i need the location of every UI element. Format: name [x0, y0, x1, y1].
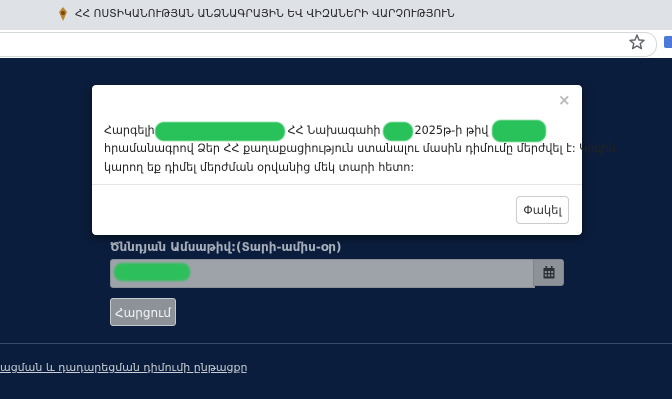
message-line-1: Հարգելի ՀՀ Նախագահի 2025թ-ի թիվ [104, 120, 574, 142]
redacted-date [382, 121, 413, 141]
calendar-icon [543, 266, 555, 279]
address-bar[interactable] [0, 32, 657, 57]
tab-title[interactable]: ՀՀ ՈՍՏԻԿԱՆՈՒԹՅԱՆ ԱՆՁՆԱԳՐԱՅԻՆ ԵՎ ՎԻԶԱՆԵՐԻ… [75, 8, 455, 20]
modal-footer-divider [92, 184, 582, 185]
redacted-name [154, 121, 285, 141]
calendar-button[interactable] [533, 259, 564, 286]
rejection-modal: × Հարգելի ՀՀ Նախագահի 2025թ-ի թիվ հրամանագ… [92, 85, 616, 235]
bookmark-star-icon[interactable] [628, 33, 646, 51]
footer-link[interactable]: ացման և դադարեցման դիմումի ընթացքը [0, 361, 248, 374]
message-president: ՀՀ Նախագահի [287, 124, 381, 137]
footer-divider [0, 343, 672, 344]
modal-message: Հարգելի ՀՀ Նախագահի 2025թ-ի թիվ հրամանագրո… [104, 120, 616, 177]
browser-tab-bar: ՀՀ ՈՍՏԻԿԱՆՈՒԹՅԱՆ ԱՆՁՆԱԳՐԱՅԻՆ ԵՎ ՎԻԶԱՆԵՐԻ… [0, 0, 672, 30]
close-button[interactable]: Փակել [516, 196, 569, 224]
redacted-dob [114, 263, 190, 281]
message-decree-year: 2025թ-ի թիվ [414, 124, 489, 137]
police-emblem-icon [59, 7, 67, 21]
message-line-2: հրամանագրով Ձեր ՀՀ քաղաքացիություն ստանա… [104, 142, 616, 155]
submit-button[interactable]: Հարցում [110, 298, 176, 326]
dob-label: Ծննդյան Ամսաթիվ:(Տարի-ամիս-օր) [110, 240, 342, 254]
message-line-3: կարող եք դիմել մերժման օրվանից մեկ տարի … [104, 161, 415, 174]
message-salutation: Հարգելի [104, 124, 155, 137]
toolbar [0, 30, 672, 59]
extension-icon[interactable] [664, 36, 672, 48]
modal-close-x[interactable]: × [558, 91, 571, 109]
